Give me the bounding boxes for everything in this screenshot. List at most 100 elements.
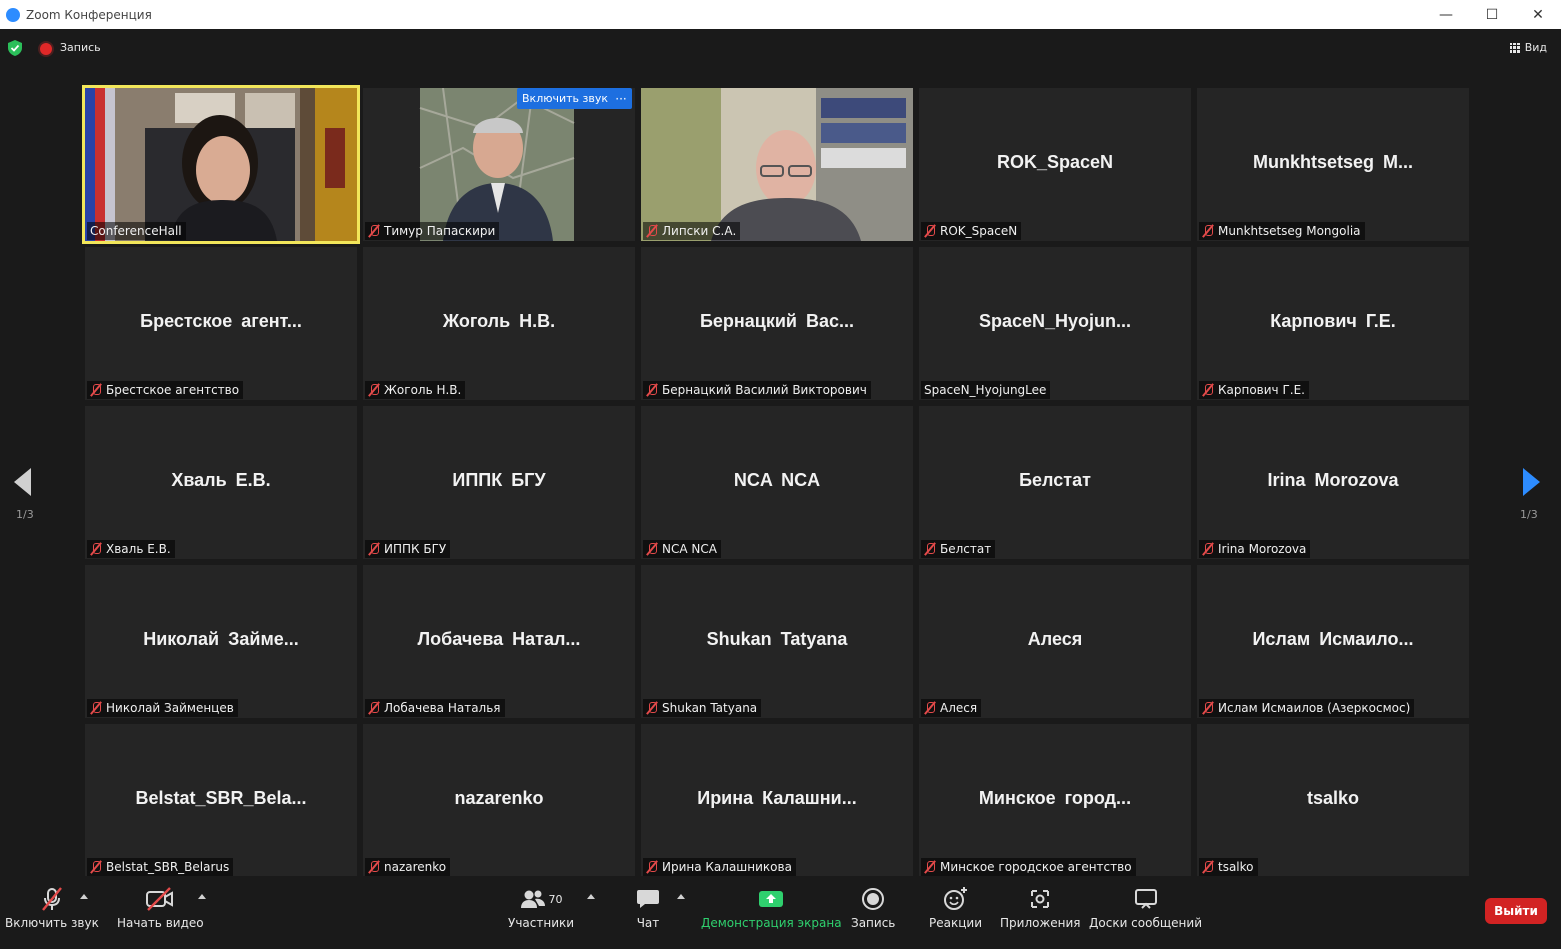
apps-icon: [1031, 890, 1050, 908]
participant-name-tag: NCA NCA: [643, 540, 721, 558]
participant-display-name: Belstat_SBR_Bela...: [135, 788, 307, 808]
mic-muted-icon: [1202, 224, 1214, 238]
participant-display-name: NCA NCA: [733, 470, 821, 490]
participant-tile[interactable]: ROK_SpaceN ROK_SpaceN: [919, 88, 1191, 241]
mic-muted-icon: [368, 224, 380, 238]
participant-display-name: Irina Morozova: [1267, 470, 1399, 490]
participant-display-name: ROK_SpaceN: [996, 152, 1114, 172]
participant-name-tag: Брестское агентство: [87, 381, 244, 399]
start-video-button[interactable]: Начать видео: [117, 886, 204, 930]
participant-name-label: Николай Займенцев: [106, 701, 234, 715]
participant-tile[interactable]: Минское город... Минское городское агентс…: [919, 724, 1191, 877]
participant-name-label: Липски С.А.: [662, 224, 737, 238]
participant-name-tag: Irina Morozova: [1199, 540, 1311, 558]
participant-video: [85, 88, 357, 241]
mic-muted-icon: [90, 542, 102, 556]
participant-name-tag: Минское городское агентство: [921, 858, 1136, 876]
participant-tile[interactable]: Лобачева Натал... Лобачева Наталья: [363, 565, 635, 718]
recording-label[interactable]: Запись: [60, 41, 101, 54]
recording-icon[interactable]: [40, 43, 52, 55]
chat-button[interactable]: Чат: [636, 886, 660, 930]
view-button[interactable]: Вид: [1509, 41, 1547, 54]
whiteboards-button[interactable]: Доски сообщений: [1089, 886, 1202, 930]
participant-tile[interactable]: tsalko tsalko: [1197, 724, 1469, 877]
record-icon: [862, 888, 885, 910]
participant-display-name: Белстат: [1019, 470, 1091, 490]
participant-tile[interactable]: nazarenko nazarenko: [363, 724, 635, 877]
reactions-button[interactable]: Реакции: [929, 886, 982, 930]
participant-name-label: Бернацкий Василий Викторович: [662, 383, 867, 397]
unmute-participant-button[interactable]: Включить звук: [517, 88, 614, 109]
participant-tile[interactable]: Белстат Белстат: [919, 406, 1191, 559]
participant-name-tag: Лобачева Наталья: [365, 699, 505, 717]
participant-tile[interactable]: Ислам Исмаило... Ислам Исмаилов (Азеркосм…: [1197, 565, 1469, 718]
participant-tile[interactable]: ConferenceHall: [82, 85, 360, 244]
meeting-area: Запись Вид 1/3 1/3 ConferenceHall Тимур П…: [0, 29, 1561, 877]
participant-display-name: Минское город...: [978, 788, 1132, 808]
participant-tile[interactable]: Алеся Алеся: [919, 565, 1191, 718]
participant-display-name: Бернацкий Вас...: [699, 311, 855, 331]
participant-name-tag: Белстат: [921, 540, 996, 558]
participant-name-label: Лобачева Наталья: [384, 701, 501, 715]
participant-video: [641, 88, 913, 241]
participant-tile[interactable]: Irina Morozova Irina Morozova: [1197, 406, 1469, 559]
participant-tile[interactable]: Хваль Е.В. Хваль Е.В.: [85, 406, 357, 559]
participant-tile[interactable]: Жоголь Н.В. Жоголь Н.В.: [363, 247, 635, 400]
video-off-icon: [146, 887, 174, 911]
participants-button[interactable]: 70 Участники: [508, 886, 574, 930]
minimize-button[interactable]: —: [1423, 0, 1469, 29]
participant-tile[interactable]: Николай Займе... Николай Займенцев: [85, 565, 357, 718]
apps-button[interactable]: Приложения: [1000, 886, 1081, 930]
participant-tile[interactable]: Shukan Tatyana Shukan Tatyana: [641, 565, 913, 718]
encryption-shield-icon[interactable]: [8, 40, 22, 56]
participant-name-tag: nazarenko: [365, 858, 451, 876]
participant-name-label: NCA NCA: [662, 542, 717, 556]
participant-tile[interactable]: Брестское агент... Брестское агентство: [85, 247, 357, 400]
participant-display-name: Лобачева Натал...: [417, 629, 581, 649]
participant-display-name: Хваль Е.В.: [171, 470, 271, 490]
chat-caret-icon[interactable]: [677, 894, 685, 899]
participant-name-label: Жоголь Н.В.: [384, 383, 462, 397]
mic-muted-icon: [646, 224, 658, 238]
mic-muted-icon: [646, 542, 658, 556]
next-page-arrow-icon[interactable]: [1523, 468, 1540, 496]
participant-tile[interactable]: Липски С.А.: [641, 88, 913, 241]
participant-name-tag: Хваль Е.В.: [87, 540, 175, 558]
participant-name-label: Belstat_SBR_Belarus: [106, 860, 230, 874]
unmute-button[interactable]: Включить звук: [5, 886, 99, 930]
participant-tile[interactable]: Бернацкий Вас... Бернацкий Василий Виктор…: [641, 247, 913, 400]
record-button[interactable]: Запись: [851, 886, 895, 930]
participant-tile[interactable]: SpaceN_Hyojun... SpaceN_HyojungLee: [919, 247, 1191, 400]
participant-tile[interactable]: Belstat_SBR_Bela... Belstat_SBR_Belarus: [85, 724, 357, 877]
participant-tile[interactable]: Munkhtsetseg M... Munkhtsetseg Mongolia: [1197, 88, 1469, 241]
page-indicator-left: 1/3: [16, 508, 34, 521]
prev-page-arrow-icon[interactable]: [14, 468, 31, 496]
participant-name-label: Тимур Папаскири: [384, 224, 496, 238]
participant-tile[interactable]: Тимур Папаскири: [363, 88, 635, 241]
share-screen-button[interactable]: Демонстрация экрана: [701, 886, 842, 930]
participant-display-name: Ислам Исмаило...: [1252, 629, 1414, 649]
participant-tile[interactable]: ИППК БГУ ИППК БГУ: [363, 406, 635, 559]
mic-muted-icon: [368, 701, 380, 715]
participant-name-tag: Munkhtsetseg Mongolia: [1199, 222, 1365, 240]
participant-tile[interactable]: NCA NCA NCA NCA: [641, 406, 913, 559]
audio-options-caret-icon[interactable]: [80, 894, 88, 899]
chat-icon: [637, 890, 659, 908]
participant-name-label: Ислам Исмаилов (Азеркосмос): [1218, 701, 1411, 715]
whiteboard-icon: [1134, 889, 1157, 909]
mic-muted-icon: [924, 860, 936, 874]
close-button[interactable]: ✕: [1515, 0, 1561, 29]
mic-muted-icon: [1202, 383, 1214, 397]
participant-tile[interactable]: Ирина Калашни... Ирина Калашникова: [641, 724, 913, 877]
participant-name-tag: Алеся: [921, 699, 982, 717]
more-options-button[interactable]: ···: [610, 88, 632, 109]
participant-display-name: Munkhtsetseg M...: [1252, 152, 1413, 172]
leave-meeting-button[interactable]: Выйти: [1485, 898, 1547, 924]
participant-tile[interactable]: Карпович Г.Е. Карпович Г.Е.: [1197, 247, 1469, 400]
participant-name-tag: Карпович Г.Е.: [1199, 381, 1309, 399]
participants-caret-icon[interactable]: [587, 894, 595, 899]
maximize-button[interactable]: ☐: [1469, 0, 1515, 29]
participant-name-tag: Бернацкий Василий Викторович: [643, 381, 871, 399]
mic-muted-icon: [1202, 701, 1214, 715]
video-options-caret-icon[interactable]: [198, 894, 206, 899]
